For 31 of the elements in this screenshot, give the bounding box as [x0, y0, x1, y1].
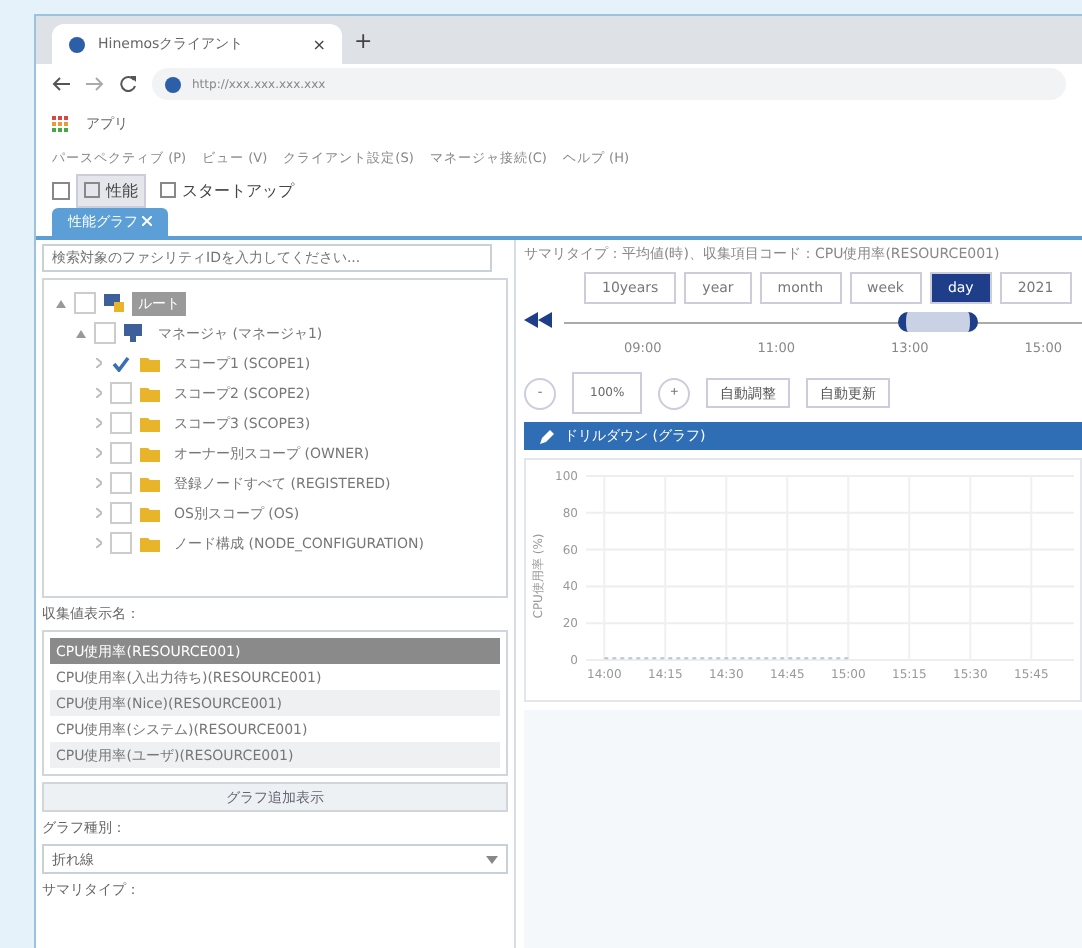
- slider-handle[interactable]: [898, 312, 979, 332]
- collapse-icon[interactable]: [76, 329, 86, 337]
- monitor-icon: [124, 324, 144, 342]
- pencil-icon: [540, 429, 554, 443]
- perspective-button[interactable]: 性能: [76, 173, 146, 207]
- window-icon: [160, 182, 176, 198]
- close-icon[interactable]: ×: [312, 35, 326, 53]
- computer-icon: [104, 294, 124, 312]
- site-icon: [164, 75, 182, 93]
- apps-icon: [52, 115, 70, 133]
- new-tab-button[interactable]: +: [354, 27, 373, 53]
- collapse-icon[interactable]: [56, 299, 66, 307]
- expand-icon[interactable]: [96, 478, 102, 488]
- close-icon[interactable]: [142, 216, 153, 226]
- reload-icon[interactable]: [120, 76, 136, 92]
- expand-icon[interactable]: [96, 358, 102, 368]
- layout-icon[interactable]: [52, 181, 70, 199]
- back-icon[interactable]: [52, 76, 70, 92]
- expand-icon[interactable]: [96, 448, 102, 458]
- rewind-icon[interactable]: [524, 312, 552, 328]
- caret-icon: [486, 855, 498, 863]
- expand-icon[interactable]: [96, 388, 102, 398]
- perspective-button[interactable]: スタートアップ: [152, 173, 302, 207]
- app-icon: [68, 35, 86, 53]
- check-icon: [112, 355, 130, 371]
- expand-icon[interactable]: [96, 508, 102, 518]
- forward-icon[interactable]: [86, 76, 104, 92]
- window-icon: [84, 182, 100, 198]
- checkbox[interactable]: [110, 352, 132, 374]
- expand-icon[interactable]: [96, 538, 102, 548]
- expand-icon[interactable]: [96, 418, 102, 428]
